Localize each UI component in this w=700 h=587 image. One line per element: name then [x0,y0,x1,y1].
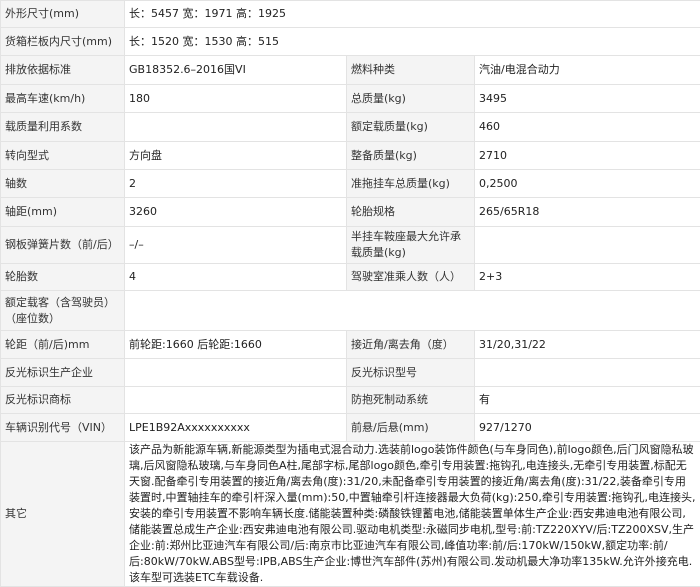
value-reflector-manufacturer [125,359,347,387]
table-row: 货箱栏板内尺寸(mm) 长：1520 宽：1530 高：515 [1,28,700,56]
label-reflector-manufacturer: 反光标识生产企业 [1,359,125,387]
label-max-speed: 最高车速(km/h) [1,85,125,113]
table-row: 车辆识别代号（VIN） LPE1B92Axxxxxxxxxx 前悬/后悬(mm)… [1,414,700,442]
table-row: 载质量利用系数 额定载质量(kg) 460 [1,113,700,142]
label-load-utilization: 载质量利用系数 [1,113,125,142]
table-row: 转向型式 方向盘 整备质量(kg) 2710 [1,142,700,170]
value-curb-weight: 2710 [475,142,700,170]
value-fuel-type: 汽油/电混合动力 [475,56,700,85]
label-exterior-dimensions: 外形尺寸(mm) [1,1,125,28]
label-saddle-load: 半挂车鞍座最大允许承载质量(kg) [347,227,475,264]
table-row: 反光标识商标 防抱死制动系统 有 [1,387,700,414]
label-overhang: 前悬/后悬(mm) [347,414,475,442]
label-track-width: 轮距（前/后)mm [1,331,125,359]
label-curb-weight: 整备质量(kg) [347,142,475,170]
value-track-width: 前轮距:1660 后轮距:1660 [125,331,347,359]
table-row: 轴数 2 准拖挂车总质量(kg) 0,2500 [1,170,700,198]
value-rated-passengers [125,291,700,331]
value-trailer-mass: 0,2500 [475,170,700,198]
table-row: 最高车速(km/h) 180 总质量(kg) 3495 [1,85,700,113]
table-row: 额定载客（含驾驶员）（座位数） [1,291,700,331]
label-tire-spec: 轮胎规格 [347,198,475,227]
label-other-notes: 其它 [1,442,125,587]
label-steering-type: 转向型式 [1,142,125,170]
value-saddle-load [475,227,700,264]
label-wheelbase: 轴距(mm) [1,198,125,227]
table-row: 排放依据标准 GB18352.6–2016国VI 燃料种类 汽油/电混合动力 [1,56,700,85]
table-row: 轮距（前/后)mm 前轮距:1660 后轮距:1660 接近角/离去角（度） 3… [1,331,700,359]
value-axle-count: 2 [125,170,347,198]
label-abs: 防抱死制动系统 [347,387,475,414]
label-rated-load: 额定载质量(kg) [347,113,475,142]
value-exterior-dimensions: 长：5457 宽：1971 高：1925 [125,1,700,28]
value-rated-load: 460 [475,113,700,142]
label-approach-departure-angle: 接近角/离去角（度） [347,331,475,359]
value-approach-departure-angle: 31/20,31/22 [475,331,700,359]
value-steering-type: 方向盘 [125,142,347,170]
table-row: 轴距(mm) 3260 轮胎规格 265/65R18 [1,198,700,227]
label-vin: 车辆识别代号（VIN） [1,414,125,442]
label-trailer-mass: 准拖挂车总质量(kg) [347,170,475,198]
value-emission-standard: GB18352.6–2016国VI [125,56,347,85]
label-fuel-type: 燃料种类 [347,56,475,85]
table-row: 反光标识生产企业 反光标识型号 [1,359,700,387]
value-cab-capacity: 2+3 [475,264,700,291]
label-total-mass: 总质量(kg) [347,85,475,113]
label-cab-capacity: 驾驶室准乘人数（人） [347,264,475,291]
label-tire-count: 轮胎数 [1,264,125,291]
label-cargo-box-dimensions: 货箱栏板内尺寸(mm) [1,28,125,56]
value-reflector-brand [125,387,347,414]
label-emission-standard: 排放依据标准 [1,56,125,85]
value-max-speed: 180 [125,85,347,113]
value-tire-spec: 265/65R18 [475,198,700,227]
label-reflector-brand: 反光标识商标 [1,387,125,414]
value-reflector-model [475,359,700,387]
value-leaf-springs: –/– [125,227,347,264]
table-row: 其它 该产品为新能源车辆,新能源类型为插电式混合动力.选装前logo装饰件颜色(… [1,442,700,587]
value-cargo-box-dimensions: 长：1520 宽：1530 高：515 [125,28,700,56]
label-rated-passengers: 额定载客（含驾驶员）（座位数） [1,291,125,331]
spec-table: 外形尺寸(mm) 长：5457 宽：1971 高：1925 货箱栏板内尺寸(mm… [0,0,700,587]
table-row: 轮胎数 4 驾驶室准乘人数（人） 2+3 [1,264,700,291]
value-total-mass: 3495 [475,85,700,113]
table-row: 外形尺寸(mm) 长：5457 宽：1971 高：1925 [1,1,700,28]
table-row: 钢板弹簧片数（前/后） –/– 半挂车鞍座最大允许承载质量(kg) [1,227,700,264]
value-overhang: 927/1270 [475,414,700,442]
value-load-utilization [125,113,347,142]
value-tire-count: 4 [125,264,347,291]
value-other-notes: 该产品为新能源车辆,新能源类型为插电式混合动力.选装前logo装饰件颜色(与车身… [125,442,700,587]
value-vin: LPE1B92Axxxxxxxxxx [125,414,347,442]
label-reflector-model: 反光标识型号 [347,359,475,387]
value-wheelbase: 3260 [125,198,347,227]
label-axle-count: 轴数 [1,170,125,198]
value-abs: 有 [475,387,700,414]
label-leaf-springs: 钢板弹簧片数（前/后） [1,227,125,264]
